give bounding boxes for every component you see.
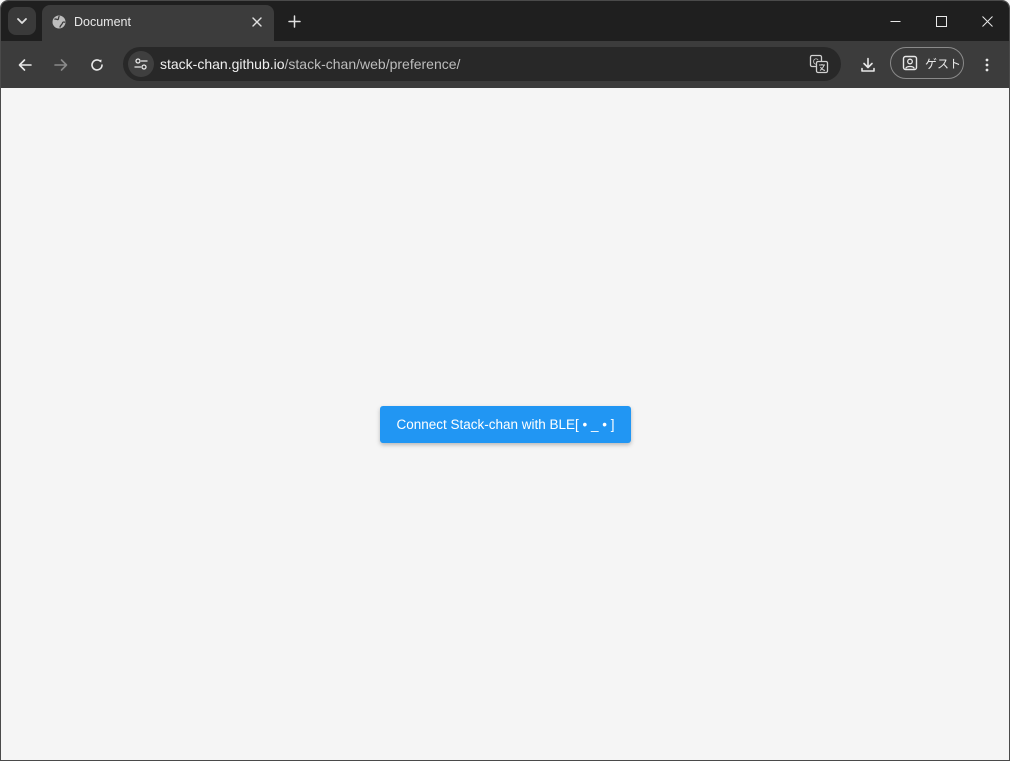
tab-title: Document	[74, 15, 131, 29]
minimize-icon	[890, 20, 900, 22]
tune-icon	[134, 58, 148, 70]
site-info-button[interactable]	[128, 51, 154, 77]
url-host: stack-chan.github.io	[160, 56, 285, 72]
menu-button[interactable]	[973, 51, 1001, 79]
minimize-button[interactable]	[872, 1, 918, 41]
address-bar[interactable]: stack-chan.github.io/stack-chan/web/pref…	[123, 47, 841, 81]
translate-icon[interactable]: G	[809, 54, 829, 74]
download-icon	[861, 57, 875, 72]
globe-icon	[52, 15, 66, 29]
reload-icon	[91, 59, 103, 71]
tab-search-button[interactable]	[8, 7, 36, 35]
tab-document[interactable]: Document	[42, 5, 274, 41]
forward-button[interactable]	[47, 51, 75, 79]
browser-window: Document stack-chan.github.io/stack-chan…	[0, 0, 1010, 761]
profile-label: ゲスト	[925, 56, 962, 71]
maximize-icon	[935, 15, 947, 27]
close-icon	[252, 17, 262, 27]
back-button[interactable]	[11, 51, 39, 79]
maximize-button[interactable]	[918, 1, 964, 41]
more-vertical-icon	[985, 58, 989, 72]
tab-strip: Document	[1, 1, 1009, 41]
plus-icon	[287, 14, 301, 28]
url-path: /stack-chan/web/preference/	[284, 56, 461, 72]
close-icon	[981, 15, 993, 27]
reload-button[interactable]	[83, 51, 111, 79]
arrow-left-icon	[18, 59, 32, 71]
window-close-button[interactable]	[964, 1, 1009, 41]
chevron-down-icon	[17, 18, 27, 24]
page-content: Connect Stack-chan with BLE[ • _ • ]	[1, 88, 1009, 760]
new-tab-button[interactable]	[282, 9, 306, 33]
connect-ble-button[interactable]: Connect Stack-chan with BLE[ • _ • ]	[380, 406, 631, 443]
url-text[interactable]: stack-chan.github.io/stack-chan/web/pref…	[160, 56, 460, 72]
arrow-right-icon	[54, 59, 68, 71]
downloads-button[interactable]	[854, 51, 882, 79]
tab-close-button[interactable]	[248, 13, 266, 31]
browser-toolbar: stack-chan.github.io/stack-chan/web/pref…	[1, 41, 1009, 88]
profile-button[interactable]: ゲスト	[890, 47, 964, 79]
guest-profile-icon	[902, 55, 918, 71]
